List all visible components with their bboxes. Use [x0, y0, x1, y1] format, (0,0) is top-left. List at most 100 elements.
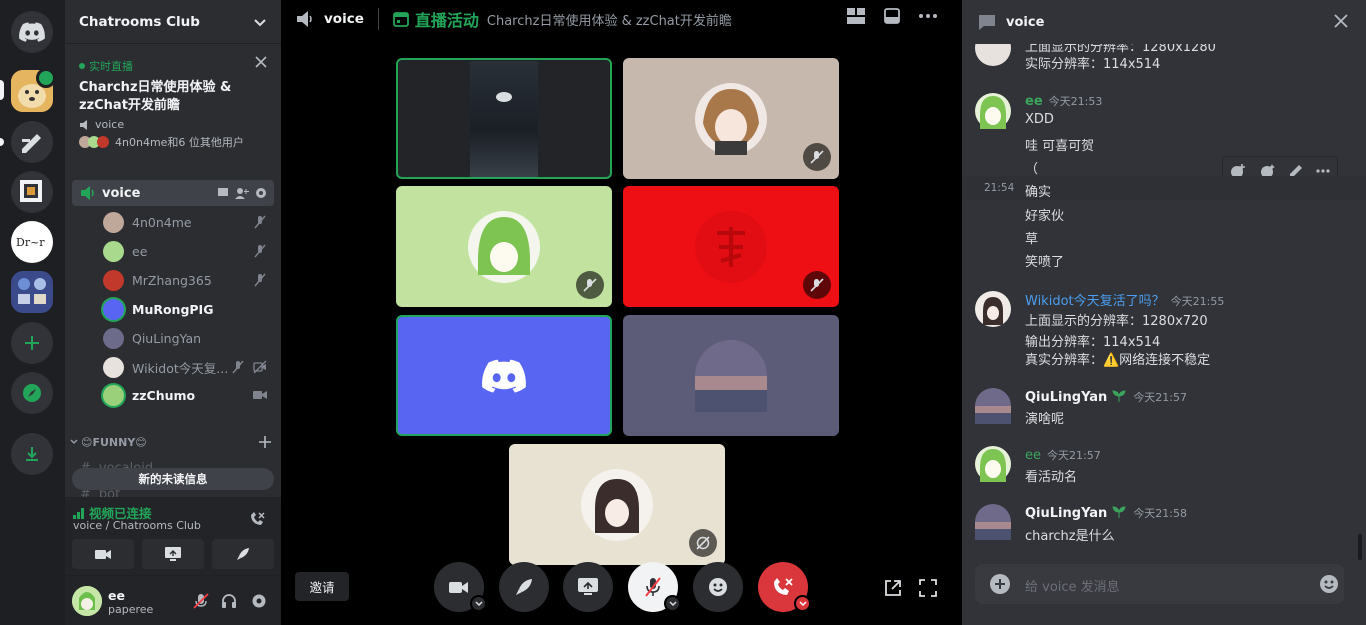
voice-user[interactable]: ee [103, 238, 275, 264]
gear-icon[interactable] [255, 187, 267, 199]
screen-share-icon [578, 578, 598, 595]
message-author[interactable]: ee [1025, 94, 1043, 109]
avatar[interactable] [72, 586, 102, 616]
voice-connection-panel: 视频已连接 voice / Chatrooms Club [65, 497, 281, 575]
connection-location[interactable]: voice / Chatrooms Club [73, 519, 201, 532]
discord-logo-icon [496, 91, 512, 102]
signal-icon[interactable] [73, 507, 85, 519]
voice-channel-item[interactable]: voice [72, 180, 274, 206]
mic-muted-icon [254, 215, 266, 229]
hover-timestamp: 21:54 [984, 182, 1015, 194]
add-server-icon[interactable] [11, 322, 53, 364]
fullscreen-icon[interactable] [919, 579, 937, 597]
more-options-icon[interactable] [919, 14, 937, 18]
video-tile[interactable] [396, 186, 612, 307]
avatar[interactable] [975, 504, 1011, 540]
voice-user[interactable]: MuRongPIG [103, 296, 275, 322]
message-line: charchz是什么 [1025, 529, 1115, 544]
user-name: ee [108, 588, 125, 603]
disconnect-button[interactable] [758, 562, 811, 612]
popout-icon[interactable] [884, 579, 902, 597]
close-icon[interactable] [1334, 14, 1348, 28]
download-icon[interactable] [11, 433, 53, 475]
emoji-icon[interactable] [1319, 574, 1339, 594]
avatar [97, 136, 109, 148]
message-author[interactable]: ee [1025, 448, 1041, 463]
folder-server-icon[interactable] [11, 271, 53, 313]
explore-icon[interactable] [11, 372, 53, 414]
add-channel-icon[interactable] [259, 436, 271, 448]
camera-toggle-button[interactable] [434, 562, 487, 612]
video-tile[interactable] [396, 315, 612, 436]
message-author[interactable]: QiuLingYan [1025, 390, 1107, 405]
voice-user[interactable]: QiuLingYan [103, 325, 275, 351]
voice-user[interactable]: zzChumo [103, 382, 275, 408]
stage-event-title: Charchz日常使用体验 & zzChat开发前瞻 [486, 13, 732, 29]
chat-icon[interactable] [217, 187, 229, 199]
avatar[interactable] [975, 446, 1011, 482]
camera-button[interactable] [72, 539, 134, 569]
settings-gear-icon[interactable] [251, 593, 267, 609]
close-icon[interactable] [255, 56, 267, 72]
mic-options-toggle[interactable] [664, 595, 681, 612]
disconnect-icon [774, 578, 793, 595]
mic-toggle-button[interactable] [628, 562, 681, 612]
video-tile[interactable] [623, 58, 839, 179]
live-badge: 实时直播 [89, 60, 133, 73]
avatar [468, 210, 540, 283]
message-line: （ [1025, 162, 1039, 177]
message-author[interactable]: QiuLingYan [1025, 506, 1107, 521]
avatar [103, 269, 124, 291]
scrollbar[interactable] [1358, 534, 1362, 560]
chevron-down-icon [798, 600, 807, 606]
voice-user-name: ee [132, 243, 148, 259]
add-user-icon[interactable] [235, 187, 249, 199]
voice-user[interactable]: 4n0n4me [103, 209, 275, 235]
grid-layout-icon[interactable] [847, 8, 865, 24]
new-unread-button[interactable]: 新的未读信息 [72, 468, 274, 490]
chevron-down-icon [254, 18, 266, 26]
message-input-placeholder: 给 voice 发消息 [1025, 580, 1120, 595]
message-input-box[interactable]: 给 voice 发消息 [975, 564, 1344, 604]
avatar[interactable] [975, 291, 1011, 327]
screen-share-button[interactable] [142, 539, 204, 569]
video-tile[interactable] [623, 186, 839, 307]
discord-home-icon[interactable] [11, 11, 53, 53]
mic-muted-icon[interactable] [193, 593, 209, 609]
pen-server-icon[interactable] [11, 121, 53, 163]
message-author[interactable]: Wikidot今天复活了吗？ [1025, 294, 1165, 309]
square-server-icon[interactable] [11, 171, 53, 213]
voice-user-name: MuRongPIG [132, 301, 214, 317]
headphones-icon[interactable] [221, 593, 237, 609]
server-header[interactable]: Chatrooms Club [65, 0, 281, 44]
logo-server-icon[interactable]: Dr~r [11, 221, 53, 263]
disconnect-options-toggle[interactable] [794, 595, 811, 612]
voice-user[interactable]: Wikidot今天复... [103, 354, 275, 380]
video-off-icon [253, 360, 267, 374]
activity-button[interactable] [212, 539, 274, 569]
screen-share-toggle-button[interactable] [563, 562, 613, 612]
screen-share-tile[interactable] [396, 58, 612, 179]
screen-share-preview [470, 60, 538, 177]
disconnect-icon[interactable] [249, 511, 265, 527]
avatar[interactable] [975, 388, 1011, 424]
live-event-card[interactable]: 实时直播 Charchz日常使用体验 & zzChat开发前瞻 voice 4n… [65, 52, 281, 152]
avatar[interactable] [975, 93, 1011, 129]
more-options-icon[interactable] [1316, 169, 1330, 173]
stage-event-label[interactable]: 直播活动 [415, 7, 479, 31]
soundboard-button[interactable] [693, 562, 743, 612]
category-header[interactable]: 😊FUNNY😊 [69, 434, 277, 450]
mic-muted-icon [583, 278, 597, 292]
video-tile[interactable] [623, 315, 839, 436]
inbox-icon[interactable] [884, 8, 900, 24]
voice-user[interactable]: MrZhang365 [103, 267, 275, 293]
video-tile[interactable] [509, 444, 725, 565]
camera-options-toggle[interactable] [470, 595, 487, 612]
voice-user-name: 4n0n4me [132, 214, 192, 230]
avatar [103, 211, 124, 233]
activity-button[interactable] [499, 562, 549, 612]
live-event-title-2: zzChat开发前瞻 [79, 98, 180, 113]
mic-muted-indicator [803, 143, 831, 171]
attach-plus-icon[interactable] [990, 574, 1010, 594]
invite-button[interactable]: 邀请 [295, 572, 349, 601]
